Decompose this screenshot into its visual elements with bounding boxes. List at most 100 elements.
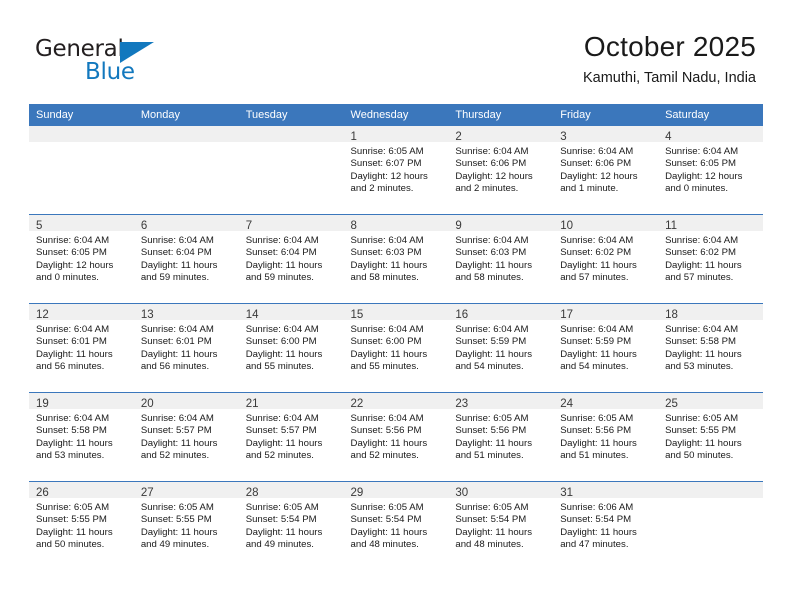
sunset-text: Sunset: 6:07 PM <box>350 158 422 170</box>
calendar-day-cell[interactable]: 19 Sunrise: 6:04 AM Sunset: 5:58 PM Dayl… <box>29 392 134 482</box>
calendar-day-cell[interactable]: 8 Sunrise: 6:04 AM Sunset: 6:03 PM Dayli… <box>343 214 449 304</box>
day-number-strip: 23 <box>448 393 554 410</box>
calendar-day-cell[interactable]: 28 Sunrise: 6:05 AM Sunset: 5:54 PM Dayl… <box>238 481 344 570</box>
calendar-day-cell[interactable]: 21 Sunrise: 6:04 AM Sunset: 5:57 PM Dayl… <box>238 392 344 482</box>
day-cell-inner: 29 Sunrise: 6:05 AM Sunset: 5:54 PM Dayl… <box>343 482 449 570</box>
sunrise-text: Sunrise: 6:04 AM <box>140 235 214 246</box>
calendar-day-cell[interactable]: 5 Sunrise: 6:04 AM Sunset: 6:05 PM Dayli… <box>29 214 134 304</box>
calendar-day-cell[interactable]: 6 Sunrise: 6:04 AM Sunset: 6:04 PM Dayli… <box>133 214 239 304</box>
calendar-day-cell[interactable]: 20 Sunrise: 6:04 AM Sunset: 5:57 PM Dayl… <box>133 392 239 482</box>
calendar-day-cell[interactable]: 18 Sunrise: 6:04 AM Sunset: 5:58 PM Dayl… <box>658 303 763 393</box>
sunset-text: Sunset: 6:04 PM <box>245 247 317 259</box>
sunrise-text: Sunrise: 6:05 AM <box>665 413 739 424</box>
daylight-text-line1: Daylight: 12 hours <box>560 170 638 182</box>
calendar-day-cell[interactable]: 10 Sunrise: 6:04 AM Sunset: 6:02 PM Dayl… <box>553 214 659 304</box>
daylight-text-line2: and 59 minutes. <box>245 272 314 284</box>
day-number: 27 <box>140 487 154 499</box>
sunrise-text: Sunrise: 6:04 AM <box>350 413 424 424</box>
calendar-day-cell[interactable]: 29 Sunrise: 6:05 AM Sunset: 5:54 PM Dayl… <box>343 481 449 570</box>
weekday-header-friday: Friday <box>553 104 659 126</box>
day-cell-inner: 24 Sunrise: 6:05 AM Sunset: 5:56 PM Dayl… <box>553 393 659 481</box>
day-info: Sunrise: 6:04 AM Sunset: 6:02 PM Dayligh… <box>658 232 763 285</box>
day-info: Sunrise: 6:04 AM Sunset: 6:00 PM Dayligh… <box>344 321 449 374</box>
day-info: Sunrise: 6:04 AM Sunset: 6:06 PM Dayligh… <box>553 143 658 196</box>
calendar-day-cell[interactable]: 27 Sunrise: 6:05 AM Sunset: 5:55 PM Dayl… <box>133 481 239 570</box>
calendar-day-cell[interactable] <box>29 126 134 215</box>
sunrise-text: Sunrise: 6:05 AM <box>455 413 529 424</box>
calendar-day-cell[interactable]: 4 Sunrise: 6:04 AM Sunset: 6:05 PM Dayli… <box>658 126 763 215</box>
calendar-day-cell[interactable]: 11 Sunrise: 6:04 AM Sunset: 6:02 PM Dayl… <box>658 214 763 304</box>
daylight-text-line2: and 48 minutes. <box>455 539 524 551</box>
calendar-day-cell[interactable]: 31 Sunrise: 6:06 AM Sunset: 5:54 PM Dayl… <box>553 481 659 570</box>
day-info <box>658 499 763 502</box>
weekday-header-sunday: Sunday <box>29 104 134 126</box>
calendar-day-cell[interactable]: 25 Sunrise: 6:05 AM Sunset: 5:55 PM Dayl… <box>658 392 763 482</box>
day-cell-inner: 20 Sunrise: 6:04 AM Sunset: 5:57 PM Dayl… <box>133 393 239 481</box>
sunrise-text: Sunrise: 6:04 AM <box>36 324 110 335</box>
sunset-text: Sunset: 6:06 PM <box>560 158 632 170</box>
calendar-day-cell[interactable]: 16 Sunrise: 6:04 AM Sunset: 5:59 PM Dayl… <box>448 303 554 393</box>
daylight-text-line1: Daylight: 11 hours <box>350 259 428 271</box>
page-header: General Blue October 2025 Kamuthi, Tamil… <box>0 0 792 100</box>
calendar-day-cell[interactable]: 30 Sunrise: 6:05 AM Sunset: 5:54 PM Dayl… <box>448 481 554 570</box>
calendar-day-cell[interactable] <box>658 481 763 570</box>
daylight-text-line1: Daylight: 11 hours <box>560 526 637 538</box>
calendar-day-cell[interactable]: 26 Sunrise: 6:05 AM Sunset: 5:55 PM Dayl… <box>29 481 134 570</box>
daylight-text-line1: Daylight: 11 hours <box>245 348 323 360</box>
day-cell-inner: 16 Sunrise: 6:04 AM Sunset: 5:59 PM Dayl… <box>448 304 554 392</box>
daylight-text-line2: and 1 minute. <box>560 183 619 195</box>
sunset-text: Sunset: 6:00 PM <box>350 336 422 348</box>
daylight-text-line2: and 49 minutes. <box>245 539 314 551</box>
day-number-strip: 20 <box>133 393 239 410</box>
sunrise-text: Sunrise: 6:04 AM <box>350 324 424 335</box>
sunset-text: Sunset: 6:06 PM <box>455 158 527 170</box>
day-cell-inner: 18 Sunrise: 6:04 AM Sunset: 5:58 PM Dayl… <box>658 304 763 392</box>
calendar-day-cell[interactable]: 17 Sunrise: 6:04 AM Sunset: 5:59 PM Dayl… <box>553 303 659 393</box>
calendar-table: Sunday Monday Tuesday Wednesday Thursday… <box>29 104 763 570</box>
sunrise-text: Sunrise: 6:04 AM <box>455 324 529 335</box>
calendar-day-cell[interactable]: 1 Sunrise: 6:05 AM Sunset: 6:07 PM Dayli… <box>343 126 449 215</box>
day-cell-inner <box>658 482 763 570</box>
calendar-day-cell[interactable]: 15 Sunrise: 6:04 AM Sunset: 6:00 PM Dayl… <box>343 303 449 393</box>
calendar-day-cell[interactable] <box>238 126 344 215</box>
day-number-strip <box>658 482 763 499</box>
calendar-day-cell[interactable]: 9 Sunrise: 6:04 AM Sunset: 6:03 PM Dayli… <box>448 214 554 304</box>
calendar-day-cell[interactable]: 23 Sunrise: 6:05 AM Sunset: 5:56 PM Dayl… <box>448 392 554 482</box>
sunset-text: Sunset: 6:03 PM <box>350 247 422 259</box>
calendar-day-cell[interactable]: 12 Sunrise: 6:04 AM Sunset: 6:01 PM Dayl… <box>29 303 134 393</box>
day-cell-inner: 8 Sunrise: 6:04 AM Sunset: 6:03 PM Dayli… <box>343 215 449 303</box>
day-info: Sunrise: 6:04 AM Sunset: 6:00 PM Dayligh… <box>239 321 344 374</box>
day-info: Sunrise: 6:04 AM Sunset: 6:06 PM Dayligh… <box>448 143 553 196</box>
calendar-day-cell[interactable]: 7 Sunrise: 6:04 AM Sunset: 6:04 PM Dayli… <box>238 214 344 304</box>
day-number: 14 <box>245 309 259 321</box>
day-cell-inner: 30 Sunrise: 6:05 AM Sunset: 5:54 PM Dayl… <box>448 482 554 570</box>
sunrise-text: Sunrise: 6:05 AM <box>245 502 319 513</box>
daylight-text-line1: Daylight: 11 hours <box>560 348 637 360</box>
calendar-day-cell[interactable]: 2 Sunrise: 6:04 AM Sunset: 6:06 PM Dayli… <box>448 126 554 215</box>
calendar-day-cell[interactable]: 24 Sunrise: 6:05 AM Sunset: 5:56 PM Dayl… <box>553 392 659 482</box>
calendar-day-cell[interactable] <box>133 126 239 215</box>
calendar-day-cell[interactable]: 3 Sunrise: 6:04 AM Sunset: 6:06 PM Dayli… <box>553 126 659 215</box>
day-cell-inner <box>238 126 344 214</box>
daylight-text-line1: Daylight: 11 hours <box>350 348 428 360</box>
day-info: Sunrise: 6:06 AM Sunset: 5:54 PM Dayligh… <box>553 499 658 552</box>
day-cell-inner: 23 Sunrise: 6:05 AM Sunset: 5:56 PM Dayl… <box>448 393 554 481</box>
day-info: Sunrise: 6:04 AM Sunset: 5:58 PM Dayligh… <box>29 410 134 463</box>
calendar-day-cell[interactable]: 13 Sunrise: 6:04 AM Sunset: 6:01 PM Dayl… <box>133 303 239 393</box>
calendar-day-cell[interactable]: 22 Sunrise: 6:04 AM Sunset: 5:56 PM Dayl… <box>343 392 449 482</box>
calendar-day-cell[interactable]: 14 Sunrise: 6:04 AM Sunset: 6:00 PM Dayl… <box>238 303 344 393</box>
day-cell-inner: 9 Sunrise: 6:04 AM Sunset: 6:03 PM Dayli… <box>448 215 554 303</box>
day-number: 5 <box>36 220 43 232</box>
day-number: 15 <box>350 309 364 321</box>
day-number-strip: 27 <box>133 482 239 499</box>
day-info: Sunrise: 6:04 AM Sunset: 6:04 PM Dayligh… <box>134 232 239 285</box>
day-number: 18 <box>665 309 678 321</box>
general-blue-logo[interactable]: General Blue <box>35 36 195 88</box>
weekday-header-thursday: Thursday <box>448 104 554 126</box>
daylight-text-line1: Daylight: 11 hours <box>245 437 323 449</box>
day-number: 11 <box>665 220 678 232</box>
calendar-week-row: 12 Sunrise: 6:04 AM Sunset: 6:01 PM Dayl… <box>29 303 763 393</box>
sunrise-text: Sunrise: 6:04 AM <box>665 146 739 157</box>
daylight-text-line2: and 53 minutes. <box>665 361 734 373</box>
daylight-text-line2: and 0 minutes. <box>36 272 99 284</box>
